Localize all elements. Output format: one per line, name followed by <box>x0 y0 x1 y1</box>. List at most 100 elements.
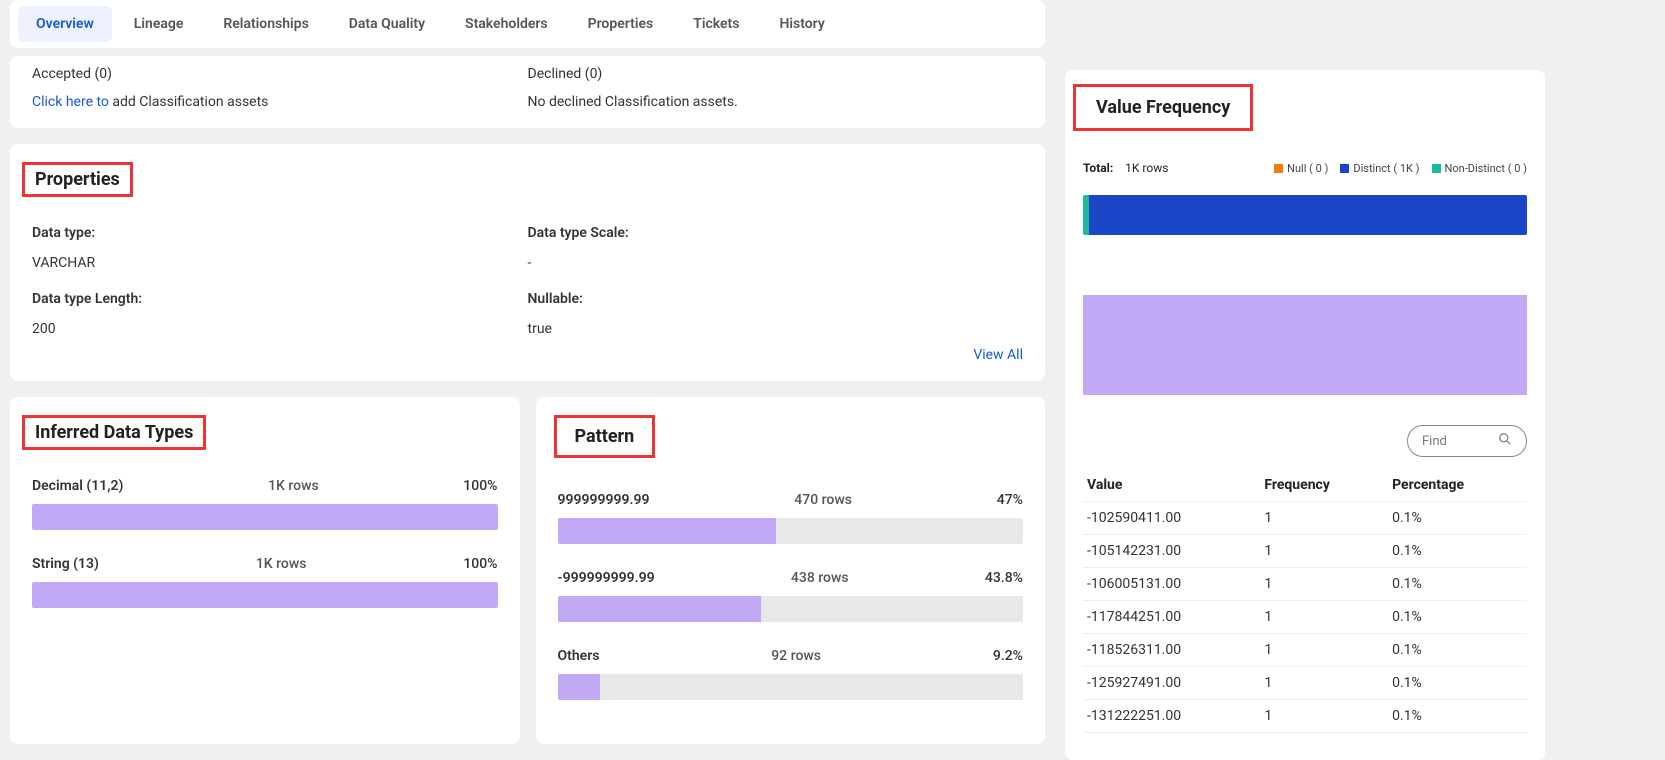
value-frequency-heading: Value Frequency <box>1073 84 1253 131</box>
data-type-value: VARCHAR <box>32 255 528 271</box>
inferred-pct: 100% <box>463 478 497 494</box>
vf-total-label: Total: <box>1083 161 1113 175</box>
tab-history[interactable]: History <box>761 6 842 42</box>
vf-col-value: Value <box>1083 469 1260 502</box>
vf-bar-distinct <box>1089 195 1527 235</box>
table-row: -118526311.0010.1% <box>1083 634 1527 667</box>
table-row: -125927491.0010.1% <box>1083 667 1527 700</box>
vf-cell-pct: 0.1% <box>1388 568 1527 601</box>
pattern-row-head: -999999999.99 438 rows 43.8% <box>558 570 1024 586</box>
vf-distribution-chart <box>1083 295 1527 395</box>
inferred-pct: 100% <box>463 556 497 572</box>
vf-cell-freq: 1 <box>1260 634 1388 667</box>
pattern-count: 438 rows <box>791 570 849 586</box>
pattern-label: 999999999.99 <box>558 492 650 508</box>
vf-cell-freq: 1 <box>1260 601 1388 634</box>
vf-cell-freq: 1 <box>1260 700 1388 733</box>
pattern-label: -999999999.99 <box>558 570 655 586</box>
tab-overview[interactable]: Overview <box>18 6 112 42</box>
properties-view-all[interactable]: View All <box>32 347 1023 363</box>
vf-cell-value: -105142231.00 <box>1083 535 1260 568</box>
vf-table: Value Frequency Percentage -102590411.00… <box>1083 469 1527 733</box>
table-row: -102590411.0010.1% <box>1083 502 1527 535</box>
vf-cell-pct: 0.1% <box>1388 634 1527 667</box>
nullable-label: Nullable: <box>528 291 1024 307</box>
table-row: -131222251.0010.1% <box>1083 700 1527 733</box>
pattern-bar-fill <box>558 674 601 700</box>
vf-cell-pct: 0.1% <box>1388 700 1527 733</box>
pattern-pct: 47% <box>997 492 1023 508</box>
vf-cell-value: -106005131.00 <box>1083 568 1260 601</box>
accepted-text: Click here to add Classification assets <box>32 94 528 110</box>
pattern-row-head: 999999999.99 470 rows 47% <box>558 492 1024 508</box>
declined-text: No declined Classification assets. <box>528 94 1024 110</box>
pattern-row-head: Others 92 rows 9.2% <box>558 648 1024 664</box>
vf-search-placeholder: Find <box>1422 434 1447 449</box>
vf-cell-freq: 1 <box>1260 568 1388 601</box>
vf-cell-value: -118526311.00 <box>1083 634 1260 667</box>
properties-card: Properties Data type: VARCHAR Data type … <box>10 144 1045 381</box>
vf-cell-value: -125927491.00 <box>1083 667 1260 700</box>
vf-col-percentage: Percentage <box>1388 469 1527 502</box>
vf-cell-pct: 0.1% <box>1388 535 1527 568</box>
vf-cell-freq: 1 <box>1260 502 1388 535</box>
vf-cell-value: -117844251.00 <box>1083 601 1260 634</box>
accepted-rest: add Classification assets <box>109 94 269 110</box>
inferred-row-head: String (13) 1K rows 100% <box>32 556 498 572</box>
pattern-pct: 43.8% <box>985 570 1023 586</box>
vf-cell-freq: 1 <box>1260 535 1388 568</box>
inferred-bar <box>32 504 498 530</box>
vf-cell-pct: 0.1% <box>1388 667 1527 700</box>
tab-bar: Overview Lineage Relationships Data Qual… <box>10 0 1045 48</box>
pattern-bar <box>558 674 1024 700</box>
declined-label: Declined (0) <box>528 66 1024 82</box>
inferred-types-card: Inferred Data Types Decimal (11,2) 1K row… <box>10 397 520 744</box>
data-type-scale-value: - <box>528 255 1024 271</box>
pattern-card: Pattern 999999999.99470 rows47%-99999999… <box>536 397 1046 744</box>
inferred-bar-fill <box>32 504 498 530</box>
pattern-label: Others <box>558 648 600 664</box>
table-row: -106005131.0010.1% <box>1083 568 1527 601</box>
vf-cell-value: -102590411.00 <box>1083 502 1260 535</box>
vf-search-input[interactable]: Find <box>1407 425 1527 457</box>
pattern-bar-fill <box>558 518 777 544</box>
nullable-value: true <box>528 321 1024 337</box>
value-frequency-panel: Value Frequency Total: 1K rows Null ( 0 … <box>1065 70 1545 760</box>
inferred-heading: Inferred Data Types <box>22 415 206 450</box>
data-type-scale-label: Data type Scale: <box>528 225 1024 241</box>
tab-tickets[interactable]: Tickets <box>675 6 757 42</box>
pattern-count: 470 rows <box>794 492 852 508</box>
accepted-label: Accepted (0) <box>32 66 528 82</box>
pattern-bar <box>558 596 1024 622</box>
tab-data-quality[interactable]: Data Quality <box>331 6 443 42</box>
data-type-label: Data type: <box>32 225 528 241</box>
vf-cell-freq: 1 <box>1260 667 1388 700</box>
pattern-count: 92 rows <box>771 648 821 664</box>
table-row: -117844251.0010.1% <box>1083 601 1527 634</box>
legend-distinct: Distinct ( 1K ) <box>1353 162 1419 175</box>
add-classification-link[interactable]: Click here to <box>32 94 109 110</box>
vf-cell-pct: 0.1% <box>1388 601 1527 634</box>
tab-lineage[interactable]: Lineage <box>116 6 202 42</box>
data-type-length-label: Data type Length: <box>32 291 528 307</box>
classification-card: Accepted (0) Click here to add Classific… <box>10 56 1045 128</box>
inferred-count: 1K rows <box>256 556 307 572</box>
tab-properties[interactable]: Properties <box>570 6 672 42</box>
data-type-length-value: 200 <box>32 321 528 337</box>
pattern-pct: 9.2% <box>993 648 1023 664</box>
vf-cell-value: -131222251.00 <box>1083 700 1260 733</box>
search-icon <box>1498 432 1512 450</box>
vf-stacked-bar <box>1083 195 1527 235</box>
legend-null: Null ( 0 ) <box>1287 162 1328 175</box>
vf-col-frequency: Frequency <box>1260 469 1388 502</box>
properties-heading: Properties <box>22 162 133 197</box>
tab-stakeholders[interactable]: Stakeholders <box>447 6 566 42</box>
table-row: -105142231.0010.1% <box>1083 535 1527 568</box>
inferred-label: String (13) <box>32 556 99 572</box>
pattern-bar <box>558 518 1024 544</box>
tab-relationships[interactable]: Relationships <box>205 6 326 42</box>
vf-legend: Null ( 0 ) Distinct ( 1K ) Non-Distinct … <box>1274 162 1527 175</box>
inferred-label: Decimal (11,2) <box>32 478 123 494</box>
vf-cell-pct: 0.1% <box>1388 502 1527 535</box>
pattern-bar-fill <box>558 596 762 622</box>
